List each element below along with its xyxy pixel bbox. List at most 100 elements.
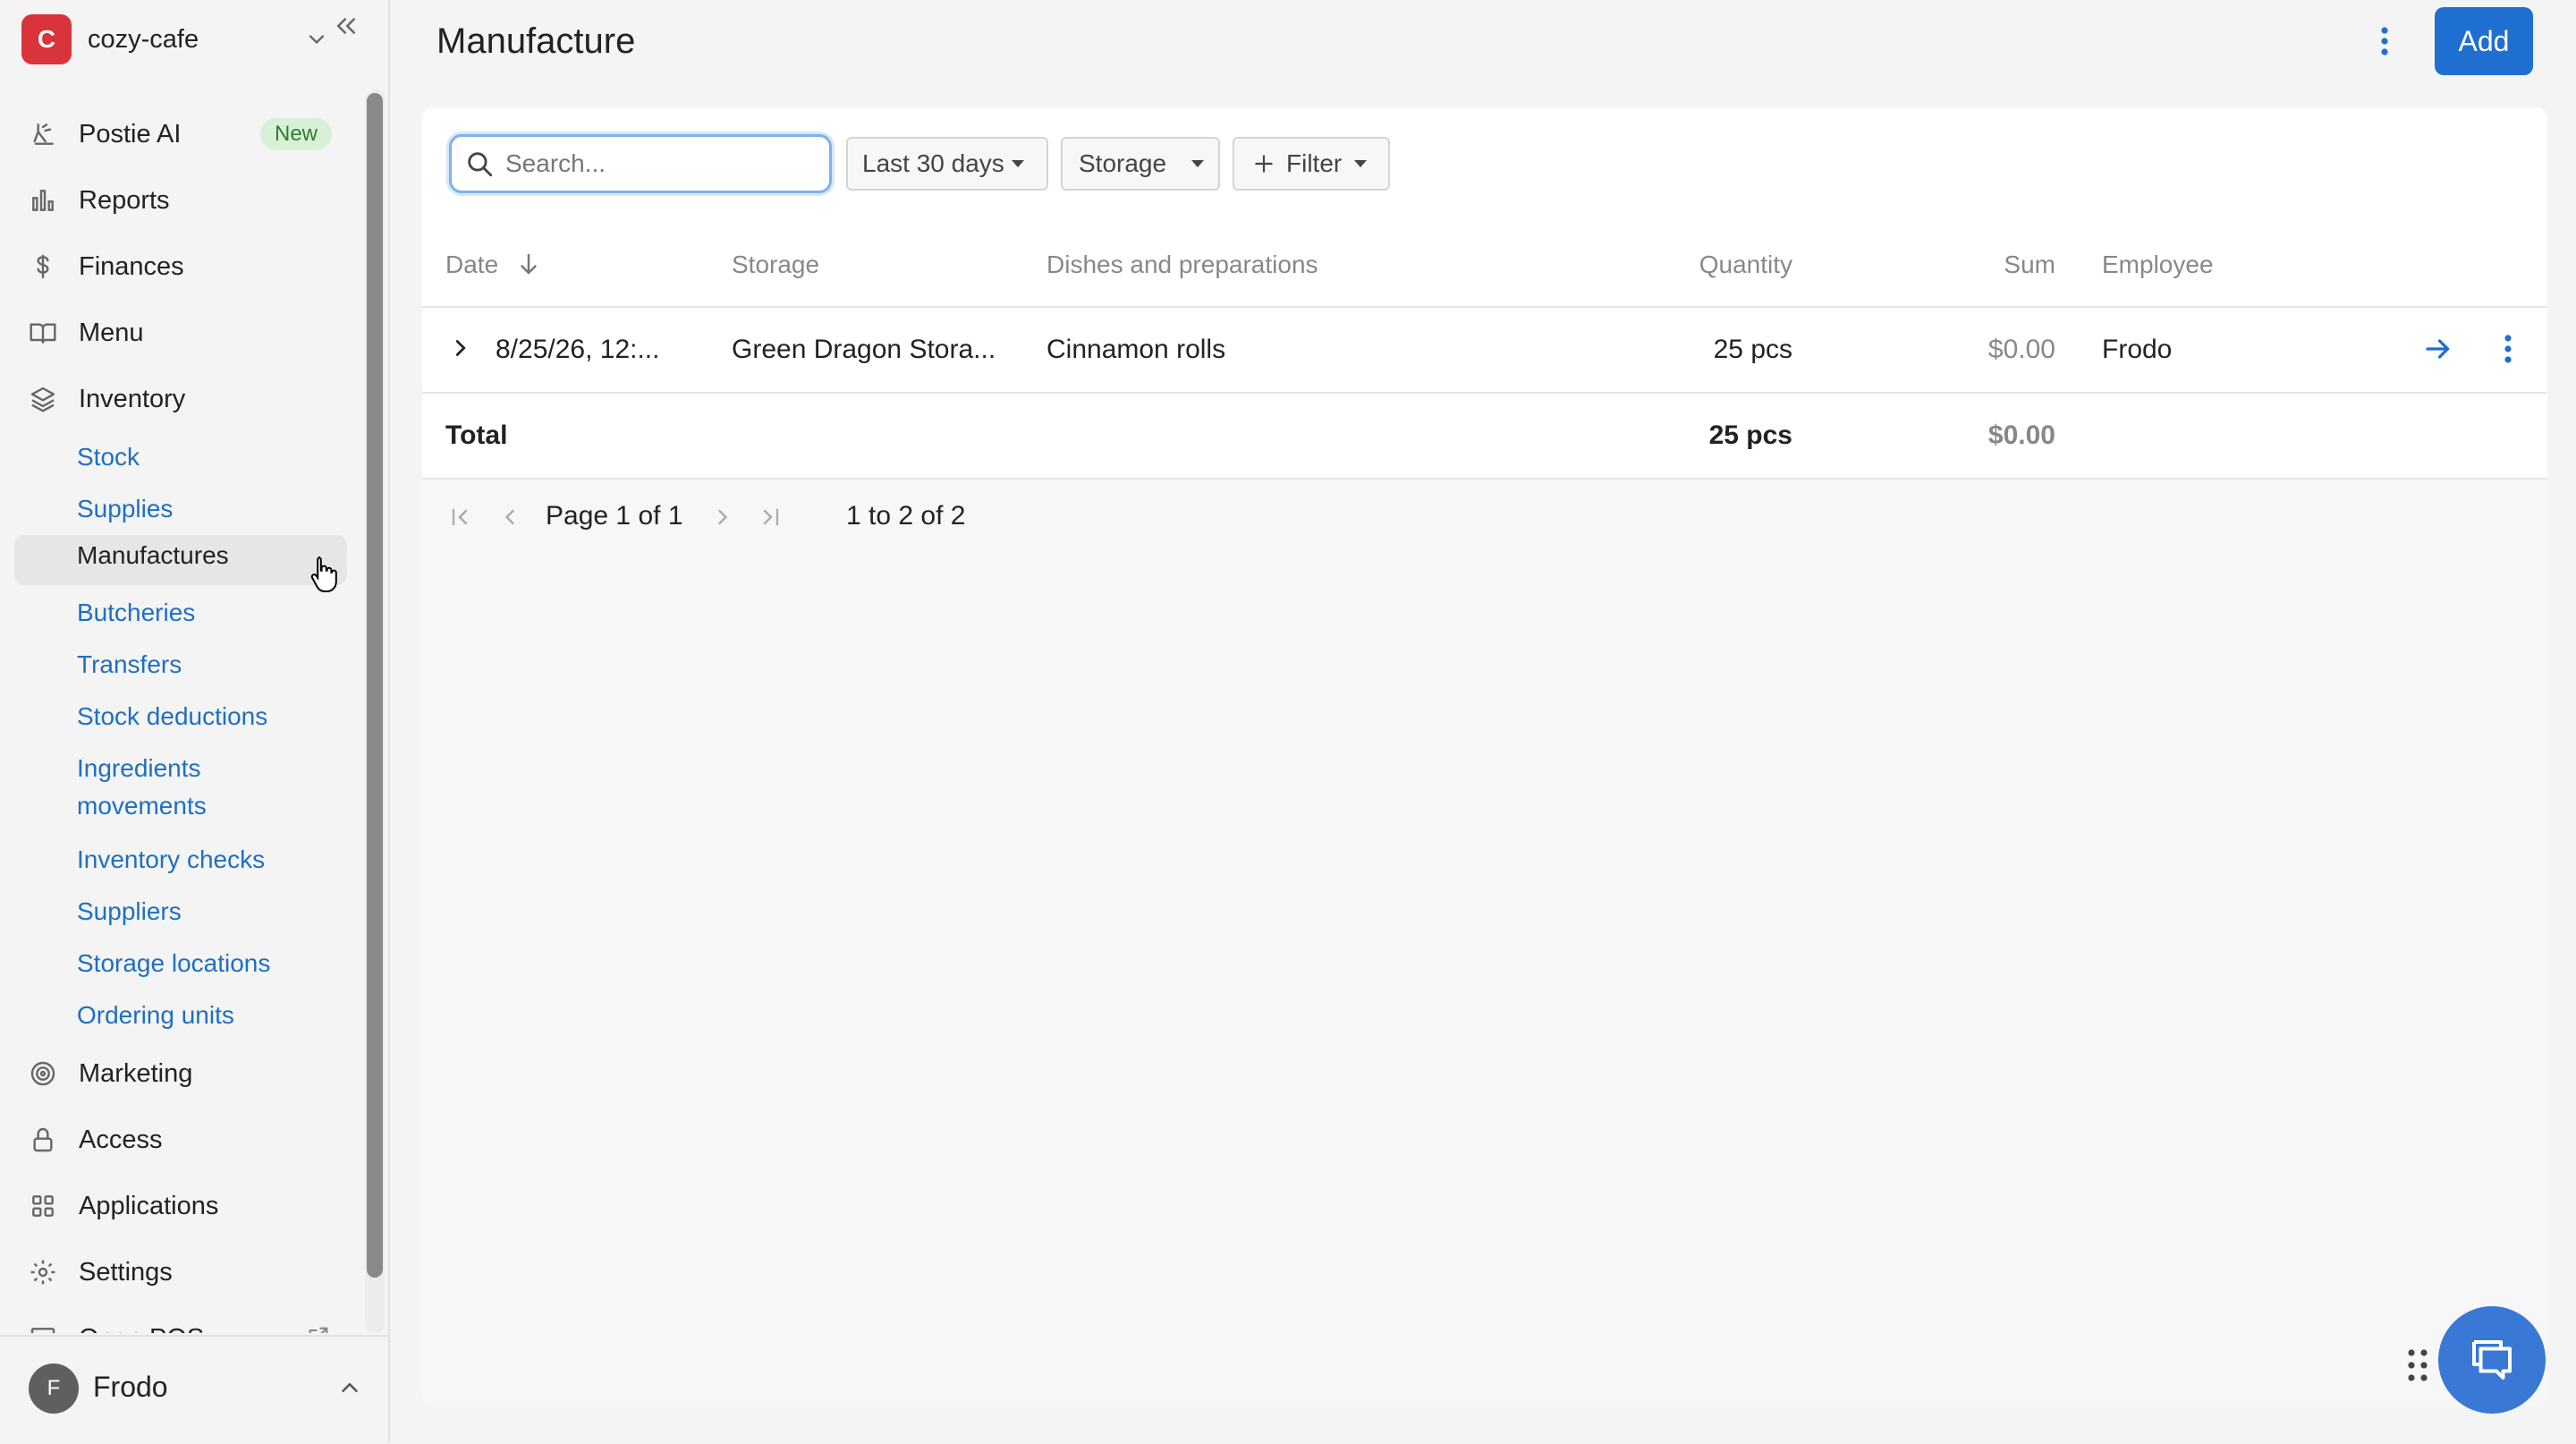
book-icon [29,319,57,347]
sub-item-inventory-checks[interactable]: Inventory checks [77,841,265,879]
cell-date: 8/25/26, 12:... [496,335,660,364]
support-chat-button[interactable] [2438,1306,2546,1414]
nav-item-open-pos[interactable]: Open POS [14,1313,345,1333]
nav-label: Inventory [79,384,186,413]
last-page-icon[interactable] [758,503,784,531]
first-page-icon[interactable] [447,503,472,531]
total-quantity: 25 pcs [1708,420,1792,450]
chat-icon [2465,1333,2519,1387]
divider [422,478,2547,480]
chevron-up-icon[interactable] [336,1374,363,1401]
nav-item-marketing[interactable]: Marketing [14,1049,345,1099]
dollar-icon [29,252,57,281]
caret-down-icon [1011,160,1024,167]
cell-sum: $0.00 [1987,335,2055,364]
sidebar-scrollbar-thumb[interactable] [367,93,383,1278]
gear-icon [29,1258,57,1287]
nav-item-settings[interactable]: Settings [14,1247,345,1297]
caret-down-icon [1354,160,1368,167]
sub-item-transfers[interactable]: Transfers [77,646,182,684]
nav-label: Marketing [79,1058,193,1088]
storage-label: Storage [1079,149,1167,177]
sub-item-supplies[interactable]: Supplies [77,490,173,528]
nav-label: Settings [79,1257,173,1287]
target-icon [29,1059,57,1088]
workspace-name: cozy-cafe [88,24,199,54]
monitor-icon [29,1324,57,1333]
column-header-quantity[interactable]: Quantity [1644,251,1792,279]
total-sum: $0.00 [1987,420,2055,450]
nav-label: Finances [79,251,184,281]
more-options-icon[interactable] [2370,23,2399,59]
nav-item-access[interactable]: Access [14,1115,345,1165]
sub-item-suppliers[interactable]: Suppliers [77,893,182,930]
nav-item-finances[interactable]: Finances [14,242,345,292]
period-label: Last 30 days [862,149,1004,177]
collapse-sidebar-icon[interactable] [333,13,360,39]
sub-item-ordering-units[interactable]: Ordering units [77,997,234,1034]
cell-quantity: 25 pcs [1713,335,1792,364]
cell-employee: Frodo [2102,335,2173,364]
layers-icon [29,385,57,413]
column-header-employee[interactable]: Employee [2102,251,2214,279]
cell-dishes: Cinnamon rolls [1046,335,1226,364]
workspace-avatar: C [21,14,72,64]
nav-item-menu[interactable]: Menu [14,308,345,358]
total-label: Total [445,420,508,450]
user-name: Frodo [93,1371,168,1403]
previous-page-icon[interactable] [497,503,522,531]
total-row: Total 25 pcs $0.00 [422,394,2547,478]
search-input[interactable] [504,149,793,179]
column-header-dishes[interactable]: Dishes and preparations [1046,251,1318,279]
expand-row-icon[interactable] [447,335,474,361]
row-menu-icon[interactable] [2494,331,2522,367]
nav-item-inventory[interactable]: Inventory [14,374,345,424]
sub-item-stock-deductions[interactable]: Stock deductions [77,698,267,735]
bar-chart-icon [29,186,57,215]
nav-label: Applications [79,1191,219,1220]
nav-label: Reports [79,185,170,215]
page-indicator: Page 1 of 1 [546,501,683,531]
add-filter-button[interactable]: Filter [1233,137,1390,191]
user-menu[interactable]: F Frodo [0,1335,388,1444]
drag-handle-icon[interactable] [2406,1347,2429,1383]
nav-item-postie-ai[interactable]: Postie AI New [14,109,345,159]
nav-item-reports[interactable]: Reports [14,175,345,225]
nav-label: Open POS [79,1324,204,1334]
current-page: 1 [615,501,631,531]
plus-icon [1252,152,1275,175]
sub-item-ingredients-movements-line2[interactable]: movements [77,787,207,825]
ai-icon [29,120,57,149]
sidebar: C cozy-cafe Postie AI New Reports Financ… [0,0,390,1444]
sub-item-manufactures[interactable]: Manufactures [14,535,347,585]
new-badge: New [260,118,333,150]
external-link-icon [306,1324,331,1333]
chevron-down-icon[interactable] [304,27,329,52]
sub-item-butcheries[interactable]: Butcheries [77,594,195,632]
sort-descending-icon[interactable] [515,251,542,277]
column-header-sum[interactable]: Sum [1878,251,2055,279]
nav-label: Menu [79,318,144,347]
search-field[interactable] [449,134,832,193]
period-dropdown[interactable]: Last 30 days [846,137,1048,191]
add-button[interactable]: Add [2435,7,2533,75]
open-row-arrow-icon[interactable] [2422,333,2454,365]
hand-cursor-icon [309,555,338,592]
sub-item-storage-locations[interactable]: Storage locations [77,945,270,982]
nav-label: Postie AI [79,119,182,149]
of-word: of [638,501,661,531]
column-header-storage[interactable]: Storage [732,251,819,279]
nav-label: Access [79,1125,163,1154]
sub-item-stock[interactable]: Stock [77,438,140,476]
caret-down-icon [1191,160,1205,167]
storage-dropdown[interactable]: Storage [1061,137,1220,191]
next-page-icon[interactable] [710,503,735,531]
sub-item-ingredients-movements[interactable]: Ingredients [77,750,201,787]
avatar: F [29,1363,79,1414]
total-pages: 1 [667,501,683,531]
workspace-switcher[interactable]: C cozy-cafe [21,14,370,64]
nav-item-applications[interactable]: Applications [14,1181,345,1231]
table-row[interactable]: 8/25/26, 12:... Green Dragon Stora... Ci… [422,308,2547,392]
row-range: 1 to 2 of 2 [846,501,966,531]
column-header-date[interactable]: Date [445,251,498,279]
